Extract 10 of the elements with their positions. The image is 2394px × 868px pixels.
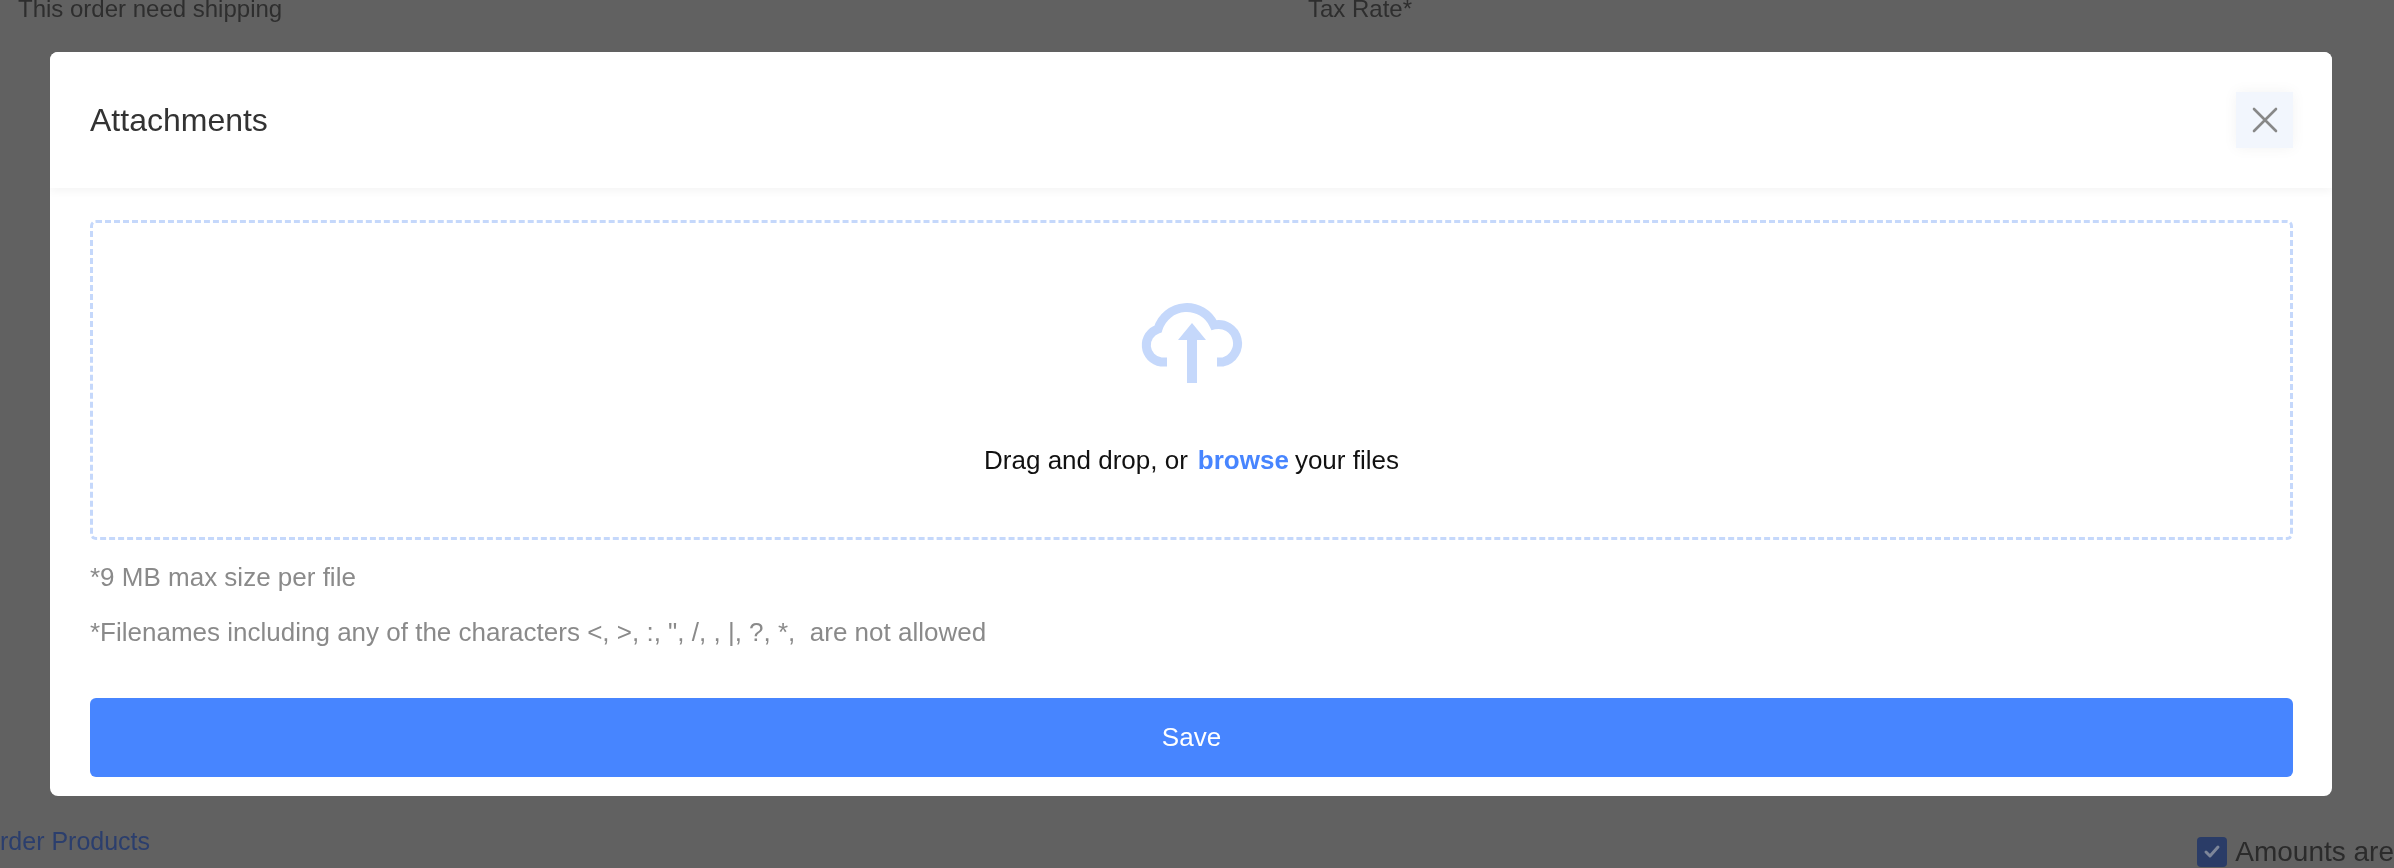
save-button[interactable]: Save [90, 698, 2293, 777]
hint-text: *Filenames including any of the characters <, >, :, ", /, , |, ?, *, are not allowed [90, 617, 988, 648]
close-icon [2251, 107, 2278, 133]
drop-zone[interactable]: Drag and drop, or browse your files [90, 220, 2293, 540]
close-button[interactable] [2236, 92, 2293, 148]
drop-instructions: Drag and drop, or browse your files [984, 445, 1399, 476]
checkbox[interactable] [2197, 837, 2228, 867]
browse-link[interactable]: browse [1197, 445, 1289, 475]
hint-text: *9 MB max size per file [90, 562, 357, 593]
dialog-title: Attachments [90, 101, 268, 139]
